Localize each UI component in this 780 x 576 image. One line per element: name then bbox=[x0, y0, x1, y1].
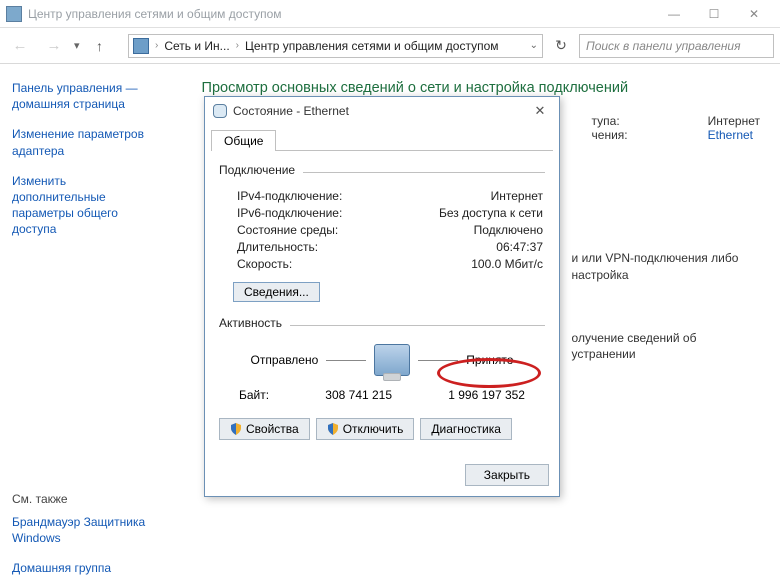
sidebar-link-homegroup[interactable]: Домашняя группа bbox=[12, 560, 150, 576]
forward-button[interactable]: → bbox=[40, 32, 68, 60]
group-activity-label: Активность bbox=[219, 316, 282, 330]
connection-label: чения: bbox=[592, 128, 628, 142]
breadcrumb[interactable]: › Сеть и Ин... › Центр управления сетями… bbox=[128, 34, 543, 58]
minimize-button[interactable]: — bbox=[654, 0, 694, 28]
close-button[interactable]: ✕ bbox=[734, 0, 774, 28]
toolbar: ← → ▾ ↑ › Сеть и Ин... › Центр управлени… bbox=[0, 28, 780, 64]
separator bbox=[303, 172, 545, 173]
access-type-value: Интернет bbox=[708, 114, 760, 128]
breadcrumb-segment[interactable]: Сеть и Ин... bbox=[164, 39, 229, 53]
truncated-text: и или VPN-подключения либо настройка bbox=[572, 250, 760, 284]
breadcrumb-segment[interactable]: Центр управления сетями и общим доступом bbox=[245, 39, 499, 53]
shield-icon bbox=[230, 423, 242, 435]
search-placeholder: Поиск в панели управления bbox=[586, 39, 741, 53]
chevron-right-icon: › bbox=[155, 40, 158, 51]
tab-general[interactable]: Общие bbox=[211, 130, 276, 151]
bytes-label: Байт: bbox=[239, 388, 269, 402]
refresh-button[interactable]: ↻ bbox=[549, 34, 573, 58]
row-speed: Скорость:100.0 Мбит/с bbox=[219, 255, 545, 272]
page-heading: Просмотр основных сведений о сети и наст… bbox=[202, 80, 760, 96]
dialog-titlebar: Состояние - Ethernet ✕ bbox=[205, 97, 559, 125]
sidebar-link-sharing[interactable]: Изменить дополнительные параметры общего… bbox=[12, 173, 150, 238]
chevron-right-icon: › bbox=[236, 40, 239, 51]
sidebar-link-home[interactable]: Панель управления — домашняя страница bbox=[12, 80, 150, 112]
bytes-row: Байт: 308 741 215 1 996 197 352 bbox=[219, 384, 545, 410]
connection-link[interactable]: Ethernet bbox=[708, 128, 753, 142]
up-button[interactable]: ↑ bbox=[96, 38, 122, 54]
computer-icon bbox=[374, 344, 410, 376]
window-title: Центр управления сетями и общим доступом bbox=[28, 7, 654, 21]
truncated-text: олучение сведений об устранении bbox=[572, 330, 760, 364]
dialog-close-ok-button[interactable]: Закрыть bbox=[465, 464, 549, 486]
diagnose-button[interactable]: Диагностика bbox=[420, 418, 512, 440]
row-ipv6: IPv6-подключение:Без доступа к сети bbox=[219, 204, 545, 221]
sent-label: Отправлено bbox=[251, 353, 319, 367]
app-icon bbox=[6, 6, 22, 22]
back-button[interactable]: ← bbox=[6, 32, 34, 60]
activity-diagram: Отправлено Принято bbox=[219, 344, 545, 376]
history-dropdown[interactable]: ▾ bbox=[74, 39, 90, 52]
sidebar-link-adapter[interactable]: Изменение параметров адаптера bbox=[12, 126, 150, 158]
properties-button[interactable]: Свойства bbox=[219, 418, 310, 440]
bytes-received: 1 996 197 352 bbox=[448, 388, 525, 402]
breadcrumb-dropdown-icon[interactable]: ⌄ bbox=[530, 40, 538, 51]
window-titlebar: Центр управления сетями и общим доступом… bbox=[0, 0, 780, 28]
sidebar-link-firewall[interactable]: Брандмауэр Защитника Windows bbox=[12, 514, 150, 546]
row-ipv4: IPv4-подключение:Интернет bbox=[219, 187, 545, 204]
breadcrumb-icon bbox=[133, 38, 149, 54]
status-dialog: Состояние - Ethernet ✕ Общие Подключение… bbox=[204, 96, 560, 497]
sidebar: Панель управления — домашняя страница Из… bbox=[0, 64, 162, 570]
dialog-title: Состояние - Ethernet bbox=[233, 104, 349, 118]
bytes-sent: 308 741 215 bbox=[325, 388, 392, 402]
row-media-state: Состояние среды:Подключено bbox=[219, 221, 545, 238]
see-also-label: См. также bbox=[12, 492, 150, 506]
search-input[interactable]: Поиск в панели управления bbox=[579, 34, 774, 58]
received-label: Принято bbox=[466, 353, 513, 367]
group-connection-label: Подключение bbox=[219, 163, 295, 177]
disable-button[interactable]: Отключить bbox=[316, 418, 415, 440]
shield-icon bbox=[327, 423, 339, 435]
separator bbox=[290, 325, 545, 326]
row-duration: Длительность:06:47:37 bbox=[219, 238, 545, 255]
details-button[interactable]: Сведения... bbox=[233, 282, 320, 302]
dialog-close-button[interactable]: ✕ bbox=[529, 103, 551, 119]
maximize-button[interactable]: ☐ bbox=[694, 0, 734, 28]
access-type-label: тупа: bbox=[592, 114, 620, 128]
ethernet-icon bbox=[213, 104, 227, 118]
